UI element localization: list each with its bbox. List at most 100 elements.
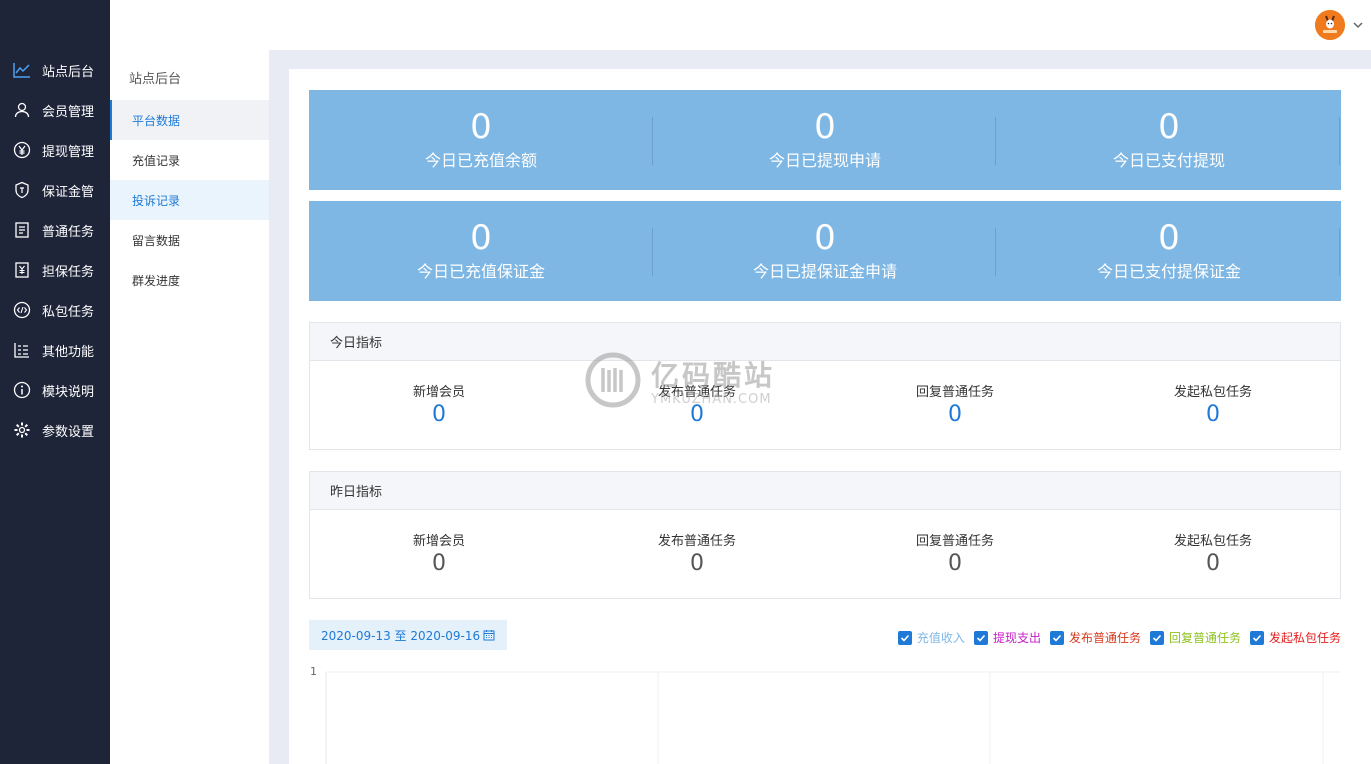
metric-label: 发布普通任务 — [657, 385, 736, 400]
stat-deposit-withdraw-requests: 0 今日已提保证金申请 — [653, 201, 997, 301]
chart-y-tick-label: 1 — [310, 665, 317, 678]
metric-private-tasks: 发起私包任务 0 — [1084, 530, 1342, 576]
divider — [995, 228, 996, 276]
gear-icon — [0, 421, 42, 439]
stat-value: 0 — [470, 218, 492, 258]
main-sidebar: 站点后台 会员管理 提现管理 保证金管 普通任务 担保任务 私包任务 其他功能 … — [0, 0, 110, 764]
stat-paid-withdrawals: 0 今日已支付提现 — [997, 90, 1341, 190]
sub-sidebar-title: 站点后台 — [129, 72, 182, 87]
avatar[interactable] — [1315, 10, 1345, 40]
sidebar-item-normal-task[interactable]: 普通任务 — [0, 210, 110, 250]
sidebar-item-label: 站点后台 — [42, 64, 95, 80]
checkbox-checked-icon[interactable] — [973, 630, 988, 645]
metric-value: 0 — [948, 402, 962, 427]
stat-caption: 今日已提现申请 — [768, 151, 881, 170]
yesterday-metrics-panel: 昨日指标 新增会员 0 发布普通任务 0 回复普通任务 0 发起私包任务 0 — [309, 471, 1341, 599]
stat-caption: 今日已充值保证金 — [416, 262, 545, 281]
sidebar-item-settings[interactable]: 参数设置 — [0, 410, 110, 450]
panel-title: 今日指标 — [310, 323, 1340, 361]
stat-caption: 今日已支付提现 — [1112, 151, 1225, 170]
stat-value: 0 — [470, 107, 492, 147]
metric-label: 回复普通任务 — [915, 385, 994, 400]
sidebar-item-label: 私包任务 — [42, 304, 95, 320]
subnav-item-recharge-records[interactable]: 充值记录 — [110, 140, 269, 180]
sub-sidebar: 站点后台 平台数据 充值记录 投诉记录 留言数据 群发进度 — [110, 50, 269, 764]
metric-value: 0 — [1206, 402, 1220, 427]
metric-value: 0 — [690, 551, 704, 576]
stat-caption: 今日已支付提保证金 — [1096, 262, 1241, 281]
sidebar-item-other[interactable]: 其他功能 — [0, 330, 110, 370]
legend-label: 提现支出 — [992, 631, 1041, 645]
legend-private-tasks[interactable]: 发起私包任务 — [1249, 629, 1341, 646]
legend-recharge-income[interactable]: 充值收入 — [897, 629, 965, 646]
info-circle-icon — [0, 381, 42, 399]
sidebar-item-site-admin[interactable]: 站点后台 — [0, 50, 110, 90]
metric-label: 回复普通任务 — [915, 534, 994, 549]
metric-published-tasks: 发布普通任务 0 — [568, 530, 826, 576]
today-metrics-panel: 今日指标 新增会员 0 发布普通任务 0 回复普通任务 0 发起私包任务 0 — [309, 322, 1341, 450]
trend-chart: 1 — [310, 665, 1341, 764]
subnav-item-complaint-records[interactable]: 投诉记录 — [110, 180, 269, 220]
divider — [1339, 117, 1340, 165]
sidebar-item-label: 提现管理 — [42, 144, 95, 160]
legend-label: 充值收入 — [916, 631, 965, 645]
divider — [1339, 228, 1340, 276]
sidebar-item-private-task[interactable]: 私包任务 — [0, 290, 110, 330]
date-range-picker[interactable]: 2020-09-13 至 2020-09-16 — [309, 620, 508, 650]
receipt-icon — [0, 221, 42, 239]
legend-label: 发布普通任务 — [1068, 631, 1141, 645]
sidebar-item-members[interactable]: 会员管理 — [0, 90, 110, 130]
divider — [995, 117, 996, 165]
metric-label: 发起私包任务 — [1173, 385, 1252, 400]
yen-receipt-icon — [0, 261, 42, 279]
metric-label: 发布普通任务 — [657, 534, 736, 549]
sidebar-item-guarantee-task[interactable]: 担保任务 — [0, 250, 110, 290]
stat-value: 0 — [1158, 107, 1180, 147]
metric-value: 0 — [948, 551, 962, 576]
main-content: 0 今日已充值余额 0 今日已提现申请 0 今日已支付提现 0 今日已充值保证金… — [289, 69, 1371, 764]
sidebar-item-label: 普通任务 — [42, 224, 95, 240]
subnav-item-message-data[interactable]: 留言数据 — [110, 220, 269, 260]
sidebar-item-deposit[interactable]: 保证金管 — [0, 170, 110, 210]
metric-replied-tasks: 回复普通任务 0 — [826, 530, 1084, 576]
metric-label: 新增会员 — [412, 385, 465, 400]
metric-private-tasks: 发起私包任务 0 — [1084, 381, 1342, 427]
metric-replied-tasks: 回复普通任务 0 — [826, 381, 1084, 427]
sidebar-item-label: 保证金管 — [42, 184, 95, 200]
stat-withdraw-requests: 0 今日已提现申请 — [653, 90, 997, 190]
sidebar-item-label: 参数设置 — [42, 424, 95, 440]
sidebar-item-module-info[interactable]: 模块说明 — [0, 370, 110, 410]
user-icon — [0, 101, 42, 119]
checkbox-checked-icon[interactable] — [1249, 630, 1264, 645]
avatar-image-icon — [1315, 10, 1345, 40]
chart-legend: 充值收入 提现支出 发布普通任务 回复普通任务 发起私包任务 — [889, 629, 1341, 646]
stat-value: 0 — [814, 107, 836, 147]
stat-caption: 今日已充值余额 — [424, 151, 537, 170]
legend-published-tasks[interactable]: 发布普通任务 — [1049, 629, 1141, 646]
checkbox-checked-icon[interactable] — [1049, 630, 1064, 645]
metric-label: 发起私包任务 — [1173, 534, 1252, 549]
legend-withdraw-expense[interactable]: 提现支出 — [973, 629, 1041, 646]
calendar-icon — [483, 630, 495, 641]
stat-caption: 今日已提保证金申请 — [752, 262, 897, 281]
chart-line-icon — [0, 61, 42, 79]
stat-value: 0 — [1158, 218, 1180, 258]
subnav-item-platform-data[interactable]: 平台数据 — [110, 100, 269, 140]
checkbox-checked-icon[interactable] — [897, 630, 912, 645]
metric-published-tasks: 发布普通任务 0 — [568, 381, 826, 427]
list-icon — [0, 341, 42, 359]
legend-replied-tasks[interactable]: 回复普通任务 — [1149, 629, 1241, 646]
sidebar-item-withdraw[interactable]: 提现管理 — [0, 130, 110, 170]
checkbox-checked-icon[interactable] — [1149, 630, 1164, 645]
stat-recharge-balance: 0 今日已充值余额 — [309, 90, 653, 190]
sidebar-item-label: 会员管理 — [42, 104, 95, 120]
sidebar-item-label: 模块说明 — [42, 384, 95, 400]
chevron-down-icon[interactable] — [1351, 18, 1365, 32]
metric-new-members: 新增会员 0 — [310, 381, 568, 427]
legend-label: 回复普通任务 — [1168, 631, 1241, 645]
sidebar-item-label: 其他功能 — [42, 344, 95, 360]
stats-band-today-deposit: 0 今日已充值保证金 0 今日已提保证金申请 0 今日已支付提保证金 — [309, 201, 1341, 301]
sidebar-item-label: 担保任务 — [42, 264, 95, 280]
stat-paid-deposit-withdrawals: 0 今日已支付提保证金 — [997, 201, 1341, 301]
subnav-item-broadcast-progress[interactable]: 群发进度 — [110, 260, 269, 300]
